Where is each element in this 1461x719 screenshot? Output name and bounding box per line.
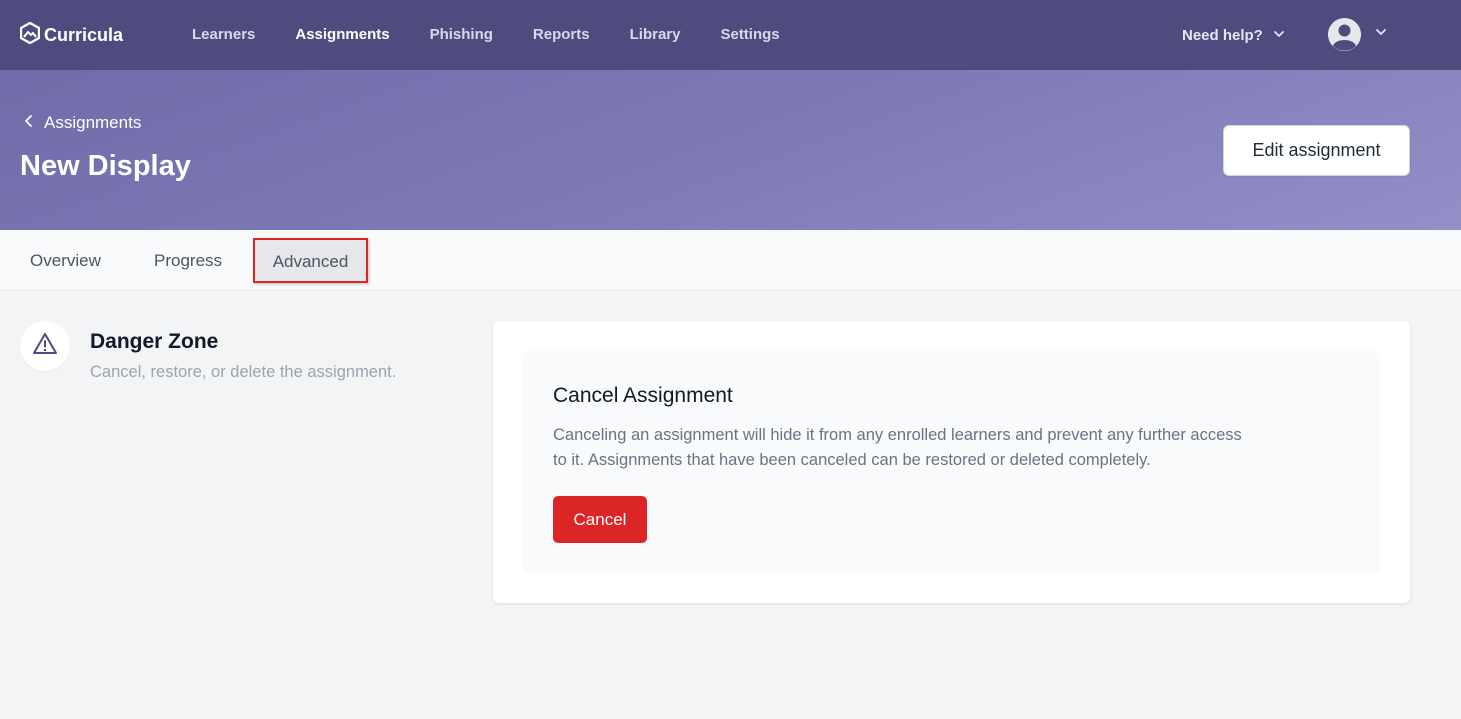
chevron-left-icon <box>22 113 36 133</box>
chevron-down-icon <box>1375 25 1387 43</box>
cancel-assignment-button[interactable]: Cancel <box>553 496 647 543</box>
nav-learners[interactable]: Learners <box>172 0 275 70</box>
user-avatar-icon <box>1328 17 1361 51</box>
help-label: Need help? <box>1182 26 1263 44</box>
page-header: Assignments New Display Edit assignment <box>0 70 1461 230</box>
danger-zone-subtitle: Cancel, restore, or delete the assignmen… <box>90 363 397 381</box>
page-title: New Display <box>20 150 191 182</box>
tab-overview[interactable]: Overview <box>30 230 101 291</box>
tab-advanced[interactable]: Advanced <box>253 238 368 283</box>
top-navigation: Curricula Learners Assignments Phishing … <box>0 0 1461 70</box>
danger-zone-card: Cancel Assignment Canceling an assignmen… <box>493 321 1410 603</box>
tab-bar: Overview Progress Advanced <box>0 230 1461 291</box>
nav-library[interactable]: Library <box>610 0 701 70</box>
main-nav: Learners Assignments Phishing Reports Li… <box>172 0 800 70</box>
account-menu[interactable] <box>1328 17 1387 51</box>
chevron-down-icon <box>1273 27 1285 44</box>
nav-reports[interactable]: Reports <box>513 0 610 70</box>
nav-settings[interactable]: Settings <box>700 0 799 70</box>
brand-name: Curricula <box>44 25 124 45</box>
brand-logo[interactable]: Curricula <box>19 21 124 49</box>
nav-assignments[interactable]: Assignments <box>275 0 409 70</box>
cancel-assignment-panel: Cancel Assignment Canceling an assignmen… <box>523 351 1380 573</box>
edit-assignment-button[interactable]: Edit assignment <box>1223 125 1410 176</box>
help-menu[interactable]: Need help? <box>1182 0 1285 70</box>
danger-zone-title: Danger Zone <box>90 330 219 353</box>
back-label: Assignments <box>44 113 142 132</box>
back-link[interactable]: Assignments <box>22 113 141 133</box>
curricula-logo-icon <box>19 21 41 49</box>
cancel-assignment-title: Cancel Assignment <box>553 384 733 407</box>
danger-zone-icon-badge <box>20 321 70 371</box>
tab-progress[interactable]: Progress <box>154 230 222 291</box>
cancel-assignment-description: Canceling an assignment will hide it fro… <box>553 426 1242 469</box>
warning-triangle-icon <box>32 332 58 361</box>
nav-phishing[interactable]: Phishing <box>410 0 513 70</box>
